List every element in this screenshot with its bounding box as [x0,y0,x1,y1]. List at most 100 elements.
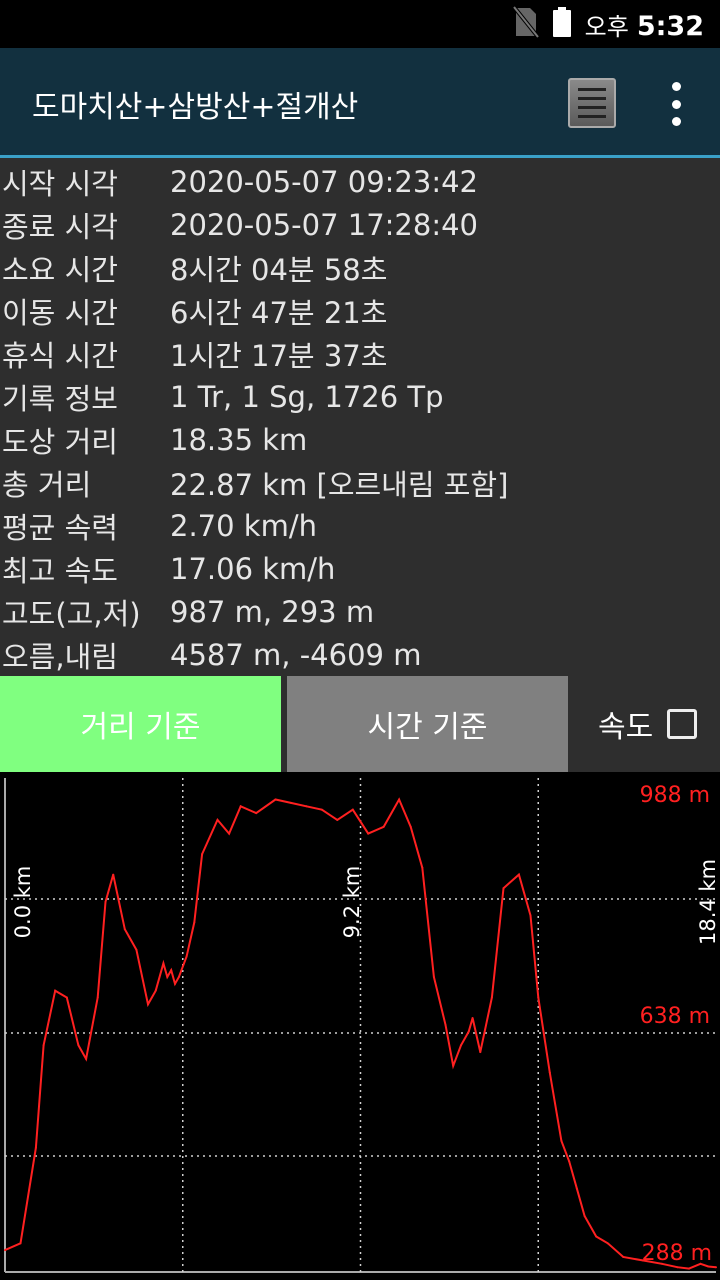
chart-grid [5,778,716,1272]
stat-row-total-distance: 총 거리 22.87 km [오르내림 포함] [0,461,720,504]
stat-row-map-distance: 도상 거리 18.35 km [0,418,720,461]
x-tick-label-middle: 9.2 km [340,866,364,939]
elevation-point [85,1057,88,1060]
stat-label: 고도(고,저) [2,596,141,631]
elevation-point [135,948,138,951]
stat-row-ascent-descent: 오름,내림 4587 m, -4609 m [0,633,720,676]
elevation-point [367,832,370,835]
stat-label: 소요 시간 [2,252,118,287]
elevation-point [305,805,308,808]
elevation-point [568,1160,571,1163]
elevation-point [228,832,231,835]
elevation-point [459,1044,462,1047]
elevation-point [4,1249,6,1252]
stat-label: 도상 거리 [2,424,118,459]
elevation-point [471,1016,474,1019]
elevation-point [490,996,493,999]
stat-row-record-info: 기록 정보 1 Tr, 1 Sg, 1726 Tp [0,375,720,418]
elevation-point [54,989,57,992]
stat-label: 총 거리 [2,467,92,502]
elevation-point [166,976,169,979]
elevation-point [479,1051,482,1054]
elevation-point [622,1255,625,1258]
elevation-point [606,1242,609,1245]
elevation-point [42,1044,45,1047]
speed-label: 속도 [598,710,654,745]
stat-row-elapsed-time: 소요 시간 8시간 04분 58초 [0,246,720,289]
track-stats: 시작 시각 2020-05-07 09:23:42 종료 시각 2020-05-… [0,160,720,676]
elevation-point [502,887,505,890]
y-tick-label-top: 988 m [640,783,710,808]
list-icon[interactable] [568,78,616,128]
status-time: 5:32 [636,10,704,42]
stat-label: 평균 속력 [2,510,118,545]
elevation-point [432,976,435,979]
elevation-point [467,1030,470,1033]
elevation-point [174,982,177,985]
stat-label: 최고 속도 [2,553,118,588]
stat-value: 2020-05-07 09:23:42 [170,164,478,199]
stat-value: 22.87 km [오르내림 포함] [170,467,509,502]
stat-value: 987 m, 293 m [170,594,375,629]
elevation-point [154,989,157,992]
stat-label: 휴식 시간 [2,338,118,373]
stat-value: 1 Tr, 1 Sg, 1726 Tp [170,379,444,414]
more-vert-icon[interactable] [660,82,692,126]
x-tick-label-start: 0.0 km [11,866,35,939]
status-bar: 오후 5:32 [0,0,720,48]
stat-value: 2020-05-07 17:28:40 [170,207,478,242]
elevation-chart-svg: 988 m 638 m 288 m 0.0 km 9.2 km 18.4 km [4,778,720,1273]
stat-value: 4587 m, -4609 m [170,637,422,672]
elevation-point [382,825,385,828]
y-tick-label-bottom: 288 m [642,1241,712,1266]
speed-toggle[interactable]: 속도 [598,700,698,748]
battery-icon [552,7,571,41]
stat-value: 2.70 km/h [170,508,317,543]
elevation-point [289,801,292,804]
stat-value: 1시간 17분 37초 [170,338,388,373]
time-basis-button[interactable]: 시간 기준 [287,676,568,772]
stat-row-rest-time: 휴식 시간 1시간 17분 37초 [0,332,720,375]
elevation-point [676,1266,679,1269]
elevation-point [19,1242,22,1245]
stat-value: 18.35 km [170,422,308,457]
stat-value: 17.06 km/h [170,551,336,586]
elevation-point [201,853,204,856]
status-clock: 오후 5:32 [585,7,704,42]
elevation-point [255,812,258,815]
elevation-point [548,1071,551,1074]
elevation-point [216,818,219,821]
no-sim-icon [512,5,540,42]
elevation-point [112,873,115,876]
elevation-point [687,1267,690,1270]
elevation-chart: 988 m 638 m 288 m 0.0 km 9.2 km 18.4 km [0,772,720,1280]
stat-label: 이동 시간 [2,295,118,330]
app-bar: 도마치산+삼방산+절개산 [0,48,720,158]
elevation-point [193,921,196,924]
elevation-point [104,900,107,903]
stat-value: 6시간 47분 21초 [170,295,388,330]
elevation-point [409,825,412,828]
elevation-point [177,976,180,979]
x-tick-label-end: 18.4 km [696,859,720,945]
elevation-point [715,1266,717,1269]
elevation-point [320,808,323,811]
elevation-point [185,955,188,958]
distance-basis-button[interactable]: 거리 기준 [0,676,281,772]
elevation-point [123,928,126,931]
stat-row-average-speed: 평균 속력 2.70 km/h [0,504,720,547]
status-ampm: 오후 [584,12,629,41]
stat-label: 기록 정보 [2,381,118,416]
stat-row-altitude: 고도(고,저) 987 m, 293 m [0,590,720,633]
stat-label: 종료 시각 [2,209,118,244]
elevation-point [560,1139,563,1142]
stat-row-max-speed: 최고 속도 17.06 km/h [0,547,720,590]
elevation-point [274,798,277,801]
elevation-point [239,805,242,808]
stat-row-end-time: 종료 시각 2020-05-07 17:28:40 [0,203,720,246]
stat-label: 오름,내림 [2,639,118,674]
elevation-point [595,1235,598,1238]
elevation-point [146,1003,149,1006]
elevation-point [452,1064,455,1067]
speed-checkbox[interactable] [667,709,698,739]
